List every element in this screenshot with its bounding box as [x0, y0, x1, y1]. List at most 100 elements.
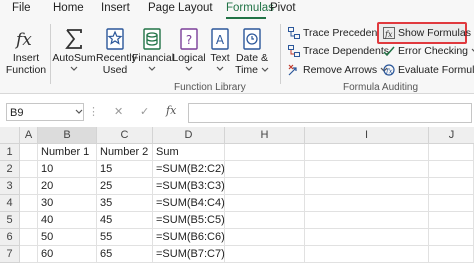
cell-empty[interactable]: [429, 229, 474, 246]
chevron-down-icon: [185, 66, 193, 71]
name-box[interactable]: B9: [6, 103, 84, 121]
cell-d6[interactable]: =SUM(B6:C6): [153, 229, 225, 246]
cell-b1[interactable]: Number 1: [38, 144, 97, 161]
cell-a7[interactable]: [20, 246, 38, 263]
cell-empty[interactable]: [305, 229, 429, 246]
column-header-d[interactable]: D: [153, 127, 225, 144]
column-header-b[interactable]: B: [38, 127, 97, 144]
cell-a4[interactable]: [20, 195, 38, 212]
cell-a1[interactable]: [20, 144, 38, 161]
cell-c7[interactable]: 65: [97, 246, 153, 263]
error-checking-icon: [383, 46, 395, 57]
row-header[interactable]: 6: [0, 229, 20, 246]
cell-b5[interactable]: 40: [38, 212, 97, 229]
cell-d3[interactable]: =SUM(B3:C3): [153, 178, 225, 195]
text-button[interactable]: A Text: [206, 26, 234, 72]
cell-empty[interactable]: [305, 195, 429, 212]
tab-insert[interactable]: Insert: [101, 2, 130, 14]
cell-d5[interactable]: =SUM(B5:C5): [153, 212, 225, 229]
column-header-a[interactable]: A: [20, 127, 38, 144]
cell-c2[interactable]: 15: [97, 161, 153, 178]
cell-b3[interactable]: 20: [38, 178, 97, 195]
row-header[interactable]: 3: [0, 178, 20, 195]
cell-empty[interactable]: [429, 178, 474, 195]
tab-pivot[interactable]: Pivot: [270, 2, 296, 14]
cell-empty[interactable]: [429, 161, 474, 178]
cell-empty[interactable]: [305, 161, 429, 178]
cell-b4[interactable]: 30: [38, 195, 97, 212]
cell-c4[interactable]: 35: [97, 195, 153, 212]
error-checking-button[interactable]: Error Checking: [383, 45, 474, 57]
evaluate-formula-icon: fx: [383, 64, 395, 76]
cell-c6[interactable]: 55: [97, 229, 153, 246]
evaluate-formula-button[interactable]: fx Evaluate Formula: [383, 64, 474, 76]
formula-input[interactable]: [188, 103, 472, 123]
row-header[interactable]: 1: [0, 144, 20, 161]
trace-dependents-button[interactable]: Trace Dependents: [288, 45, 389, 57]
cell-d2[interactable]: =SUM(B2:C2): [153, 161, 225, 178]
row-header[interactable]: 2: [0, 161, 20, 178]
select-all-corner[interactable]: [0, 127, 20, 144]
cell-d1[interactable]: Sum: [153, 144, 225, 161]
cell-empty[interactable]: [225, 229, 305, 246]
column-header-i[interactable]: I: [305, 127, 429, 144]
cancel-icon[interactable]: ✕: [114, 103, 123, 121]
cell-empty[interactable]: [305, 178, 429, 195]
cell-b2[interactable]: 10: [38, 161, 97, 178]
tab-home[interactable]: Home: [53, 2, 84, 14]
cell-empty[interactable]: [225, 212, 305, 229]
cell-c5[interactable]: 45: [97, 212, 153, 229]
cell-empty[interactable]: [305, 212, 429, 229]
cell-d4[interactable]: =SUM(B4:C4): [153, 195, 225, 212]
chevron-down-icon[interactable]: [75, 109, 83, 115]
recently-used-button[interactable]: Recently Used: [96, 26, 137, 76]
cell-a3[interactable]: [20, 178, 38, 195]
tab-page-layout[interactable]: Page Layout: [148, 2, 213, 14]
cell-a6[interactable]: [20, 229, 38, 246]
trace-precedents-button[interactable]: Trace Precedents: [288, 27, 385, 39]
show-formulas-button[interactable]: fx Show Formulas: [383, 27, 471, 39]
cell-empty[interactable]: [429, 144, 474, 161]
autosum-button[interactable]: AutoSum: [52, 26, 96, 72]
cell-empty[interactable]: [225, 246, 305, 263]
remove-arrows-button[interactable]: Remove Arrows: [288, 64, 388, 76]
tab-formulas[interactable]: Formulas: [226, 2, 274, 14]
cell-empty[interactable]: [305, 144, 429, 161]
trace-dependents-label: Trace Dependents: [303, 45, 389, 57]
financial-button[interactable]: Financial: [132, 26, 175, 72]
cell-d7[interactable]: =SUM(B7:C7): [153, 246, 225, 263]
cell-a5[interactable]: [20, 212, 38, 229]
chevron-down-icon: [261, 67, 269, 73]
cell-empty[interactable]: [225, 144, 305, 161]
cell-empty[interactable]: [225, 178, 305, 195]
cell-empty[interactable]: [225, 195, 305, 212]
cell-a2[interactable]: [20, 161, 38, 178]
cell-b7[interactable]: 60: [38, 246, 97, 263]
insert-function-button[interactable]: fx Insert Function: [4, 26, 48, 76]
svg-text:fx: fx: [384, 30, 393, 39]
cell-b6[interactable]: 50: [38, 229, 97, 246]
row-header[interactable]: 5: [0, 212, 20, 229]
column-header-h[interactable]: H: [225, 127, 305, 144]
financial-label: Financial: [132, 52, 175, 64]
row-header[interactable]: 7: [0, 246, 20, 263]
enter-icon[interactable]: ✓: [140, 103, 149, 121]
date-time-button[interactable]: Date & Time: [234, 26, 270, 76]
insert-function-icon[interactable]: fx: [166, 102, 176, 120]
logical-button[interactable]: ? Logical: [172, 26, 206, 72]
row-header[interactable]: 4: [0, 195, 20, 212]
cell-c3[interactable]: 25: [97, 178, 153, 195]
column-header-j[interactable]: J: [429, 127, 474, 144]
error-checking-label: Error Checking: [398, 45, 469, 57]
column-header-c[interactable]: C: [97, 127, 153, 144]
sigma-icon: [65, 29, 82, 49]
cell-empty[interactable]: [225, 161, 305, 178]
formula-bar-divider-icon: ⋮: [88, 106, 99, 118]
cell-empty[interactable]: [429, 195, 474, 212]
cell-empty[interactable]: [429, 246, 474, 263]
cell-empty[interactable]: [305, 246, 429, 263]
svg-text:fx: fx: [14, 30, 32, 50]
tab-file[interactable]: File: [12, 2, 31, 14]
cell-empty[interactable]: [429, 212, 474, 229]
cell-c1[interactable]: Number 2: [97, 144, 153, 161]
